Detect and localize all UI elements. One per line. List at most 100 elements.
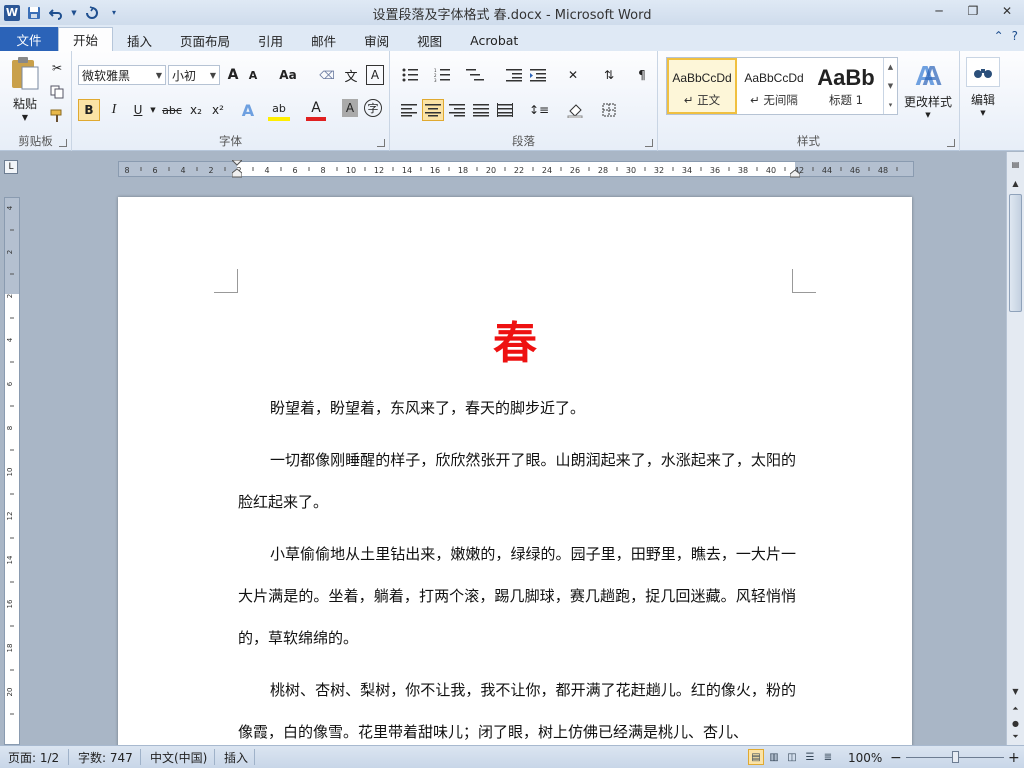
sort-icon[interactable]: ⇅ (598, 65, 620, 85)
clear-format-icon[interactable]: ⌫ (318, 65, 336, 85)
help-icon[interactable]: ? (1012, 29, 1018, 43)
copy-icon[interactable] (48, 83, 66, 101)
draft-view-icon[interactable]: ≣ (820, 749, 836, 765)
character-border-button[interactable]: A (366, 65, 384, 85)
zoom-out-button[interactable]: − (886, 749, 906, 766)
shading-icon[interactable] (562, 99, 588, 121)
style-heading-1[interactable]: AaBb 标题 1 (811, 58, 881, 114)
font-color-button[interactable]: A (306, 99, 326, 121)
tab-file[interactable]: 文件 (0, 27, 58, 51)
zoom-in-button[interactable]: + (1004, 749, 1024, 766)
superscript-button[interactable]: x² (208, 99, 228, 121)
numbering-icon[interactable]: 123 (430, 65, 458, 85)
decrease-indent-icon[interactable] (504, 65, 524, 85)
style-normal[interactable]: AaBbCcDd ↵ 正文 (667, 58, 737, 114)
styles-scroll[interactable]: ▲ ▼ ▾ (883, 58, 897, 114)
shrink-font-button[interactable]: A (244, 65, 262, 85)
chevron-up-icon[interactable]: ▲ (888, 63, 893, 71)
tab-home[interactable]: 开始 (58, 27, 114, 51)
save-icon[interactable] (26, 5, 42, 21)
chevron-down-icon[interactable]: ▼ (888, 82, 893, 90)
right-indent-marker-icon[interactable] (790, 170, 800, 178)
highlight-button[interactable]: ab (268, 99, 290, 121)
styles-launcher-icon[interactable] (947, 139, 955, 147)
customize-toolbar-icon[interactable]: ▾ (106, 5, 122, 21)
document-title[interactable]: 春 (118, 307, 912, 371)
font-launcher-icon[interactable] (377, 139, 385, 147)
style-no-spacing[interactable]: AaBbCcDd ↵ 无间隔 (739, 58, 809, 114)
paste-icon[interactable] (8, 55, 42, 93)
text-effects-icon[interactable]: A (238, 99, 258, 121)
tab-selector-icon[interactable]: L (4, 160, 18, 174)
word-count[interactable]: 字数: 747 (74, 749, 137, 766)
change-styles-button[interactable]: 更改样式 (900, 93, 956, 109)
outline-view-icon[interactable]: ☰ (802, 749, 818, 765)
justify-icon[interactable] (470, 99, 492, 121)
language-indicator[interactable]: 中文(中国) (146, 749, 211, 766)
show-marks-icon[interactable]: ¶ (632, 65, 652, 85)
horizontal-ruler[interactable]: 8642246810121416182022242628303234363840… (118, 160, 914, 178)
font-size-dropdown[interactable]: 小初 ▼ (168, 65, 220, 85)
enclose-characters-button[interactable]: 字 (364, 99, 382, 117)
tab-references[interactable]: 引用 (244, 29, 297, 51)
full-screen-reading-icon[interactable]: ▥ (766, 749, 782, 765)
font-name-dropdown[interactable]: 微软雅黑 ▼ (78, 65, 166, 85)
bullets-icon[interactable] (398, 65, 426, 85)
zoom-level[interactable]: 100% (844, 749, 886, 766)
minimize-ribbon-icon[interactable]: ⌃ (994, 29, 1004, 43)
paragraph[interactable]: 小草偷偷地从土里钻出来，嫩嫩的，绿绿的。园子里，田野里，瞧去，一大片一大片满是的… (238, 533, 796, 659)
restore-button[interactable]: ❐ (956, 0, 990, 22)
indent-marker-icon[interactable] (232, 160, 242, 178)
tab-view[interactable]: 视图 (403, 29, 456, 51)
scroll-up-icon[interactable]: ▲ (1009, 176, 1022, 190)
align-center-icon[interactable] (422, 99, 444, 121)
grow-font-button[interactable]: A (224, 65, 242, 85)
clipboard-launcher-icon[interactable] (59, 139, 67, 147)
page-count[interactable]: 页面: 1/2 (4, 749, 63, 766)
change-styles-icon[interactable]: AA (904, 57, 952, 91)
web-layout-icon[interactable]: ◫ (784, 749, 800, 765)
change-case-button[interactable]: Aa (276, 65, 300, 85)
minimize-button[interactable]: ─ (922, 0, 956, 22)
browse-object-icon[interactable]: ● (1009, 716, 1022, 730)
paragraph[interactable]: 盼望着，盼望着，东风来了，春天的脚步近了。 (238, 387, 796, 429)
ruler-toggle-icon[interactable]: ▤ (1009, 156, 1022, 172)
italic-button[interactable]: I (104, 99, 124, 121)
editing-button[interactable]: 编辑 (960, 91, 1006, 107)
document-page[interactable]: 春 盼望着，盼望着，东风来了，春天的脚步近了。 一切都像刚睡醒的样子，欣欣然张开… (118, 197, 912, 745)
close-button[interactable]: ✕ (990, 0, 1024, 22)
chinese-layout-icon[interactable]: ✕ (560, 65, 586, 85)
tab-insert[interactable]: 插入 (113, 29, 166, 51)
change-styles-dropdown-icon[interactable]: ▼ (920, 109, 936, 121)
format-painter-icon[interactable] (48, 107, 66, 125)
vertical-ruler[interactable]: 4 2 2 4 6 8 10 12 14 16 18 20 (4, 197, 20, 745)
bold-button[interactable]: B (78, 99, 100, 121)
increase-indent-icon[interactable] (528, 65, 548, 85)
print-layout-view-icon[interactable]: ▤ (748, 749, 764, 765)
paste-button[interactable]: 粘贴 (10, 95, 40, 111)
paragraph[interactable]: 桃树、杏树、梨树，你不让我，我不让你，都开满了花赶趟儿。红的像火，粉的像霞，白的… (238, 669, 796, 745)
tab-mailings[interactable]: 邮件 (297, 29, 350, 51)
line-spacing-icon[interactable]: ↕≡ (526, 99, 552, 121)
undo-dropdown-icon[interactable]: ▼ (70, 5, 78, 21)
scroll-thumb[interactable] (1009, 194, 1022, 312)
tab-acrobat[interactable]: Acrobat (456, 29, 532, 51)
align-right-icon[interactable] (446, 99, 468, 121)
more-styles-icon[interactable]: ▾ (889, 101, 893, 109)
strikethrough-button[interactable]: abc (160, 99, 184, 121)
editing-dropdown-icon[interactable]: ▼ (976, 107, 990, 119)
vertical-scrollbar[interactable]: ▤ ▲ ▼ ⏶ ● ⏷ (1006, 152, 1024, 745)
word-logo-icon[interactable]: W (4, 4, 20, 21)
underline-dropdown-icon[interactable]: ▼ (148, 99, 158, 121)
previous-page-icon[interactable]: ⏶ (1009, 702, 1022, 716)
paragraph[interactable]: 一切都像刚睡醒的样子，欣欣然张开了眼。山朗润起来了，水涨起来了，太阳的脸红起来了… (238, 439, 796, 523)
character-shading-button[interactable]: A (342, 99, 358, 117)
binoculars-icon[interactable] (966, 57, 1000, 87)
insert-mode-indicator[interactable]: 插入 (220, 749, 252, 766)
borders-icon[interactable] (596, 99, 622, 121)
multilevel-list-icon[interactable] (462, 65, 490, 85)
cut-icon[interactable]: ✂ (48, 59, 66, 77)
zoom-slider-thumb[interactable] (952, 751, 959, 763)
undo-icon[interactable] (48, 5, 64, 21)
tab-page-layout[interactable]: 页面布局 (166, 29, 244, 51)
